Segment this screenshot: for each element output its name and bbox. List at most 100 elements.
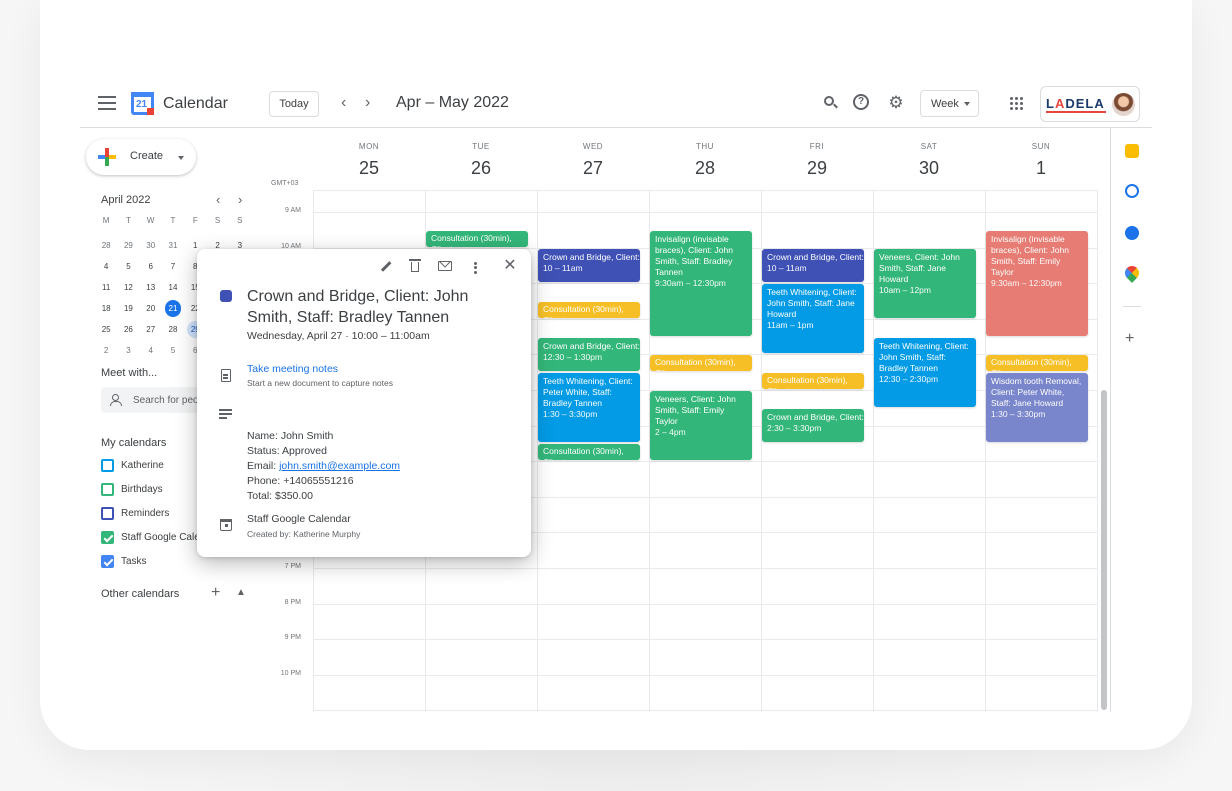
mini-calendar-day[interactable]: 27 [140, 319, 162, 340]
calendar-event[interactable]: Teeth Whitening, Client: John Smith, Sta… [874, 337, 976, 407]
event-title: Teeth Whitening, Client: John Smith, Sta… [879, 340, 972, 373]
create-button[interactable]: Create [86, 139, 196, 175]
mini-calendar-day[interactable]: 7 [162, 256, 184, 277]
day-header[interactable]: TUE 26 [425, 128, 537, 190]
detail-name: Name: John Smith [247, 430, 334, 442]
day-header[interactable]: THU 28 [649, 128, 761, 190]
org-logo-underline [1046, 111, 1106, 113]
search-icon[interactable] [822, 94, 840, 112]
calendar-checkbox[interactable] [101, 483, 114, 496]
google-apps-icon[interactable] [1010, 97, 1023, 110]
email-link[interactable]: john.smith@example.com [279, 460, 400, 472]
day-header[interactable]: MON 25 [313, 128, 425, 190]
calendar-event[interactable]: Veneers, Client: John Smith, Staff: Emil… [650, 391, 752, 461]
more-options-icon[interactable] [467, 260, 483, 276]
day-number[interactable]: 28 [649, 158, 761, 179]
mini-calendar-day[interactable]: 18 [95, 298, 117, 319]
calendar-event[interactable]: Teeth Whitening, Client: Peter White, St… [538, 373, 640, 443]
today-button[interactable]: Today [269, 91, 319, 117]
calendar-event[interactable]: Consultation (30min), Client [986, 355, 1088, 372]
calendar-event[interactable]: Invisalign (invisable braces), Client: J… [650, 230, 752, 336]
day-number[interactable]: 1 [985, 158, 1097, 179]
previous-week-button[interactable]: ‹ [341, 94, 346, 112]
my-calendars-title[interactable]: My calendars [101, 437, 166, 449]
mini-calendar-day[interactable]: 2 [95, 340, 117, 361]
calendar-event[interactable]: Consultation (30min), Client [426, 230, 528, 247]
calendar-event[interactable]: Consultation (30min), Client [762, 373, 864, 389]
get-addons-button[interactable]: + [1125, 330, 1134, 348]
mini-calendar-day[interactable]: 28 [162, 319, 184, 340]
delete-trash-icon[interactable] [407, 258, 423, 274]
mini-next-month-button[interactable]: › [238, 192, 242, 207]
calendar-event[interactable]: Crown and Bridge, Client: John10 – 11am [762, 248, 864, 283]
mini-calendar-day[interactable]: 13 [140, 277, 162, 298]
next-week-button[interactable]: › [365, 94, 370, 112]
mini-calendar-day[interactable]: 5 [162, 340, 184, 361]
mini-calendar-day[interactable]: 4 [95, 256, 117, 277]
maps-icon[interactable] [1122, 263, 1142, 283]
calendar-checkbox[interactable] [101, 555, 114, 568]
mini-calendar-day[interactable]: 28 [95, 235, 117, 256]
mini-calendar-day[interactable]: 20 [140, 298, 162, 319]
day-header[interactable]: SUN 1 [985, 128, 1097, 190]
mini-calendar-day[interactable]: 25 [95, 319, 117, 340]
meeting-notes-subtitle: Start a new document to capture notes [247, 378, 394, 388]
mini-calendar-day[interactable]: 26 [117, 319, 139, 340]
mini-calendar-day[interactable]: 5 [117, 256, 139, 277]
day-header[interactable]: SAT 30 [873, 128, 985, 190]
mini-calendar-day[interactable]: 12 [117, 277, 139, 298]
mini-calendar-day[interactable]: 14 [162, 277, 184, 298]
day-number[interactable]: 27 [537, 158, 649, 179]
calendar-event[interactable]: Consultation (30min), Client [538, 302, 640, 318]
calendar-checkbox[interactable] [101, 507, 114, 520]
calendar-event[interactable]: Crown and Bridge, Client: John12:30 – 1:… [538, 337, 640, 372]
mini-calendar-day[interactable]: 6 [140, 256, 162, 277]
view-select[interactable]: Week [920, 90, 979, 117]
grid-scrollbar[interactable] [1101, 390, 1107, 710]
mini-calendar-day[interactable]: 31 [162, 235, 184, 256]
keep-icon[interactable] [1125, 144, 1139, 158]
calendar-event[interactable]: Consultation (30min), Client [650, 355, 752, 372]
day-header[interactable]: FRI 29 [761, 128, 873, 190]
mini-prev-month-button[interactable]: ‹ [216, 192, 220, 207]
mini-calendar-day[interactable]: 21 [164, 300, 182, 317]
add-calendar-button[interactable]: + [211, 584, 220, 602]
calendar-event[interactable]: Consultation (30min), Client [538, 444, 640, 461]
day-number[interactable]: 29 [761, 158, 873, 179]
take-meeting-notes-link[interactable]: Take meeting notes [247, 363, 338, 375]
event-title: Teeth Whitening, Client: Peter White, St… [543, 376, 636, 409]
edit-pencil-icon[interactable] [377, 258, 393, 274]
calendar-event[interactable]: Veneers, Client: John Smith, Staff: Jane… [874, 248, 976, 318]
view-select-value: Week [931, 97, 959, 110]
mini-calendar-day[interactable]: 30 [140, 235, 162, 256]
help-icon[interactable]: ? [853, 94, 871, 112]
email-guests-icon[interactable] [437, 258, 453, 274]
mini-calendar-day[interactable]: 3 [117, 340, 139, 361]
calendar-checkbox[interactable] [101, 459, 114, 472]
mini-calendar-day[interactable]: 29 [117, 235, 139, 256]
close-icon[interactable]: ✕ [502, 258, 518, 274]
day-number[interactable]: 25 [313, 158, 425, 179]
collapse-chevron-icon[interactable]: ▲ [236, 587, 246, 598]
account-switcher[interactable]: LADELA [1040, 86, 1140, 122]
day-header[interactable]: WED 27 [537, 128, 649, 190]
avatar[interactable] [1112, 93, 1135, 116]
calendar-event[interactable]: Teeth Whitening, Client: John Smith, Sta… [762, 284, 864, 354]
mini-calendar-day[interactable]: 4 [140, 340, 162, 361]
mini-calendar-day[interactable]: 11 [95, 277, 117, 298]
calendar-event[interactable]: Invisalign (invisable braces), Client: J… [986, 230, 1088, 336]
calendar-event[interactable]: Wisdom tooth Removal, Client: Peter Whit… [986, 373, 1088, 443]
calendar-checkbox[interactable] [101, 531, 114, 544]
hour-gridline [313, 710, 1098, 712]
tasks-icon[interactable] [1125, 184, 1139, 198]
detail-email: Email: john.smith@example.com [247, 460, 401, 472]
calendar-event[interactable]: Crown and Bridge, Client: John10 – 11am [538, 248, 640, 283]
mini-calendar-day[interactable]: 19 [117, 298, 139, 319]
contacts-icon[interactable] [1125, 226, 1139, 240]
day-number[interactable]: 26 [425, 158, 537, 179]
hour-gridline [313, 674, 1098, 676]
settings-gear-icon[interactable]: ⚙ [887, 94, 905, 112]
calendar-event[interactable]: Crown and Bridge, Client: John2:30 – 3:3… [762, 408, 864, 443]
main-menu-icon[interactable] [98, 96, 116, 110]
day-number[interactable]: 30 [873, 158, 985, 179]
